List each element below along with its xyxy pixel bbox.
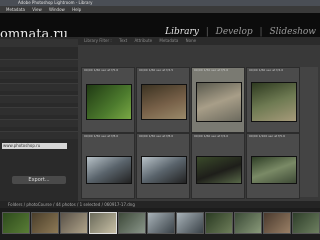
menu-view[interactable]: View <box>32 7 42 12</box>
filmstrip-thumb[interactable] <box>292 212 320 234</box>
grid-cell[interactable]: 00/00 1/50 sec at f/8.0 <box>136 133 190 199</box>
cell-meta: 00/00 1/50 sec at f/5.6 <box>194 68 229 72</box>
filmstrip <box>0 208 320 240</box>
grid-partial-column <box>300 67 318 197</box>
grid-cell[interactable]: 00/00 1/60 sec at f/4.5 <box>136 67 190 133</box>
cell-meta: 00/00 1/60 sec at f/4.0 <box>194 134 229 138</box>
menu-window[interactable]: Window <box>49 7 65 12</box>
cell-meta: 00/00 1/50 sec at f/8.0 <box>84 134 119 138</box>
filmstrip-thumb[interactable] <box>2 212 30 234</box>
photo-thumbnail <box>196 156 242 184</box>
cell-meta: 00/00 1/60 sec at f/4.0 <box>249 68 284 72</box>
left-panel: www.photoshop.ru Export... <box>0 37 78 201</box>
left-panel-row[interactable] <box>0 95 78 103</box>
module-picker: Library | Develop | Slideshow <box>161 27 316 37</box>
grid-cell[interactable]: 00/00 1/60 sec at f/4.0 <box>246 67 300 133</box>
cell-meta: 00/00 1/50 sec at f/8.0 <box>139 134 174 138</box>
left-panel-row[interactable] <box>0 83 78 91</box>
filmstrip-thumb[interactable] <box>31 212 59 234</box>
left-panel-row[interactable] <box>0 119 78 127</box>
filmstrip-thumb[interactable] <box>234 212 262 234</box>
photo-thumbnail <box>141 84 187 120</box>
grid-cell-selected[interactable]: 00/00 1/50 sec at f/5.6 <box>191 67 245 133</box>
grid-cell[interactable]: 00/00 1/60 sec at f/5.6 <box>81 67 135 133</box>
filmstrip-thumb[interactable] <box>60 212 88 234</box>
export-button[interactable]: Export... <box>12 176 66 184</box>
filter-attribute-tab[interactable]: Attribute <box>134 38 152 43</box>
module-slideshow[interactable]: Slideshow <box>269 27 316 37</box>
status-bar: Folders / photoCourse / 44 photos / 1 se… <box>0 201 320 208</box>
photo-thumbnail <box>86 84 132 120</box>
module-develop[interactable]: Develop <box>216 27 253 37</box>
module-header: omnata.ru Library | Develop | Slideshow <box>0 13 320 42</box>
grid-cell[interactable]: 00/00 1/50 sec at f/8.0 <box>81 133 135 199</box>
filmstrip-thumb[interactable] <box>118 212 146 234</box>
cell-meta: 00/00 1/100 sec at f/5.6 <box>249 134 286 138</box>
keyword-input[interactable]: www.photoshop.ru <box>2 143 67 149</box>
photo-thumbnail <box>196 82 242 122</box>
photo-thumbnail <box>251 82 297 122</box>
grid-cell[interactable]: 00/00 1/100 sec at f/5.6 <box>246 133 300 199</box>
filmstrip-thumb[interactable] <box>263 212 291 234</box>
photo-thumbnail <box>251 156 297 184</box>
left-panel-row[interactable] <box>0 71 78 79</box>
photo-thumbnail <box>86 156 132 184</box>
module-separator: | <box>205 27 209 37</box>
grid-view: Library Filter : Text Attribute Metadata… <box>78 37 320 201</box>
photo-thumbnail <box>141 156 187 184</box>
module-library[interactable]: Library <box>165 27 199 37</box>
menu-bar: Metadata View Window Help <box>0 6 320 13</box>
filmstrip-thumb-selected[interactable] <box>89 212 117 234</box>
menu-metadata[interactable]: Metadata <box>6 7 25 12</box>
module-separator: | <box>259 27 263 37</box>
left-panel-row[interactable] <box>0 131 78 139</box>
filter-text-tab[interactable]: Text <box>119 38 127 43</box>
grid-cell[interactable]: 00/00 1/60 sec at f/4.0 <box>191 133 245 199</box>
cell-meta: 00/00 1/60 sec at f/5.6 <box>84 68 119 72</box>
filmstrip-thumb[interactable] <box>147 212 175 234</box>
filmstrip-thumb[interactable] <box>176 212 204 234</box>
filter-none-tab[interactable]: None <box>186 38 196 43</box>
left-panel-header <box>0 39 78 47</box>
filter-label: Library Filter : <box>84 38 112 43</box>
left-panel-row[interactable] <box>0 107 78 115</box>
left-panel-row[interactable] <box>0 59 78 67</box>
menu-help[interactable]: Help <box>72 7 81 12</box>
library-filter-bar: Library Filter : Text Attribute Metadata… <box>78 37 320 45</box>
filmstrip-thumb[interactable] <box>205 212 233 234</box>
cell-meta: 00/00 1/60 sec at f/4.5 <box>139 68 174 72</box>
filter-metadata-tab[interactable]: Metadata <box>159 38 178 43</box>
status-text: Folders / photoCourse / 44 photos / 1 se… <box>8 202 135 207</box>
